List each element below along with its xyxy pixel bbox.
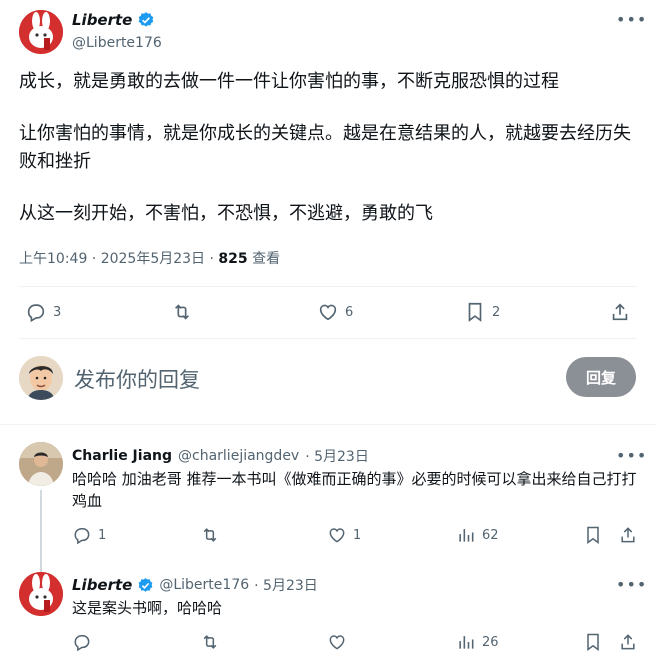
reply-action-button[interactable]: 3	[25, 301, 61, 323]
tweet-paragraph-2: 让你害怕的事情，就是你成长的关键点。越是在意结果的人，就越要去经历失败和挫折	[19, 123, 631, 172]
heart-icon	[319, 304, 337, 321]
share-action-button[interactable]	[609, 301, 631, 323]
more-options-icon[interactable]: •••	[616, 10, 647, 29]
reply-submit-button[interactable]: 回复	[566, 357, 636, 397]
tweet-timestamp[interactable]: 上午10:49 · 2025年5月23日	[19, 251, 205, 267]
repost-action-button[interactable]	[170, 301, 194, 323]
cartoon-man-avatar-icon	[19, 356, 63, 400]
reply-author-name[interactable]: Charlie Jiang	[72, 448, 172, 464]
reply-date[interactable]: · 5月23日	[305, 446, 369, 466]
divider	[0, 424, 656, 425]
reply-count: 3	[53, 304, 62, 320]
more-options-icon[interactable]: •••	[616, 446, 647, 465]
views-count: 825	[218, 251, 248, 267]
bookmark-icon	[468, 302, 482, 322]
repost-icon	[174, 304, 190, 320]
share-icon	[621, 634, 635, 650]
reply-author-avatar[interactable]	[19, 572, 63, 616]
reply-text: 哈哈哈 加油老哥 推荐一本书叫《做难而正确的事》必要的时候可以拿出来给自己打打鸡…	[72, 470, 637, 510]
photo-avatar-icon	[19, 442, 63, 486]
bunny-avatar-icon	[19, 10, 63, 54]
reply-text: 这是案头书啊，哈哈哈	[72, 599, 223, 617]
like-action-button[interactable]: 1	[327, 525, 361, 545]
heart-icon	[329, 635, 345, 650]
repost-icon	[203, 528, 217, 542]
views-count: 62	[482, 527, 499, 543]
reply-date[interactable]: · 5月23日	[254, 575, 318, 595]
reply-action-button[interactable]	[72, 632, 92, 652]
views-label: 查看	[247, 251, 281, 267]
bookmark-count: 2	[492, 304, 501, 320]
author-name[interactable]: Liberte	[72, 11, 132, 29]
share-action-button[interactable]	[618, 525, 638, 545]
reply-icon	[27, 304, 45, 323]
reply-author-name[interactable]: Liberte	[72, 576, 132, 594]
author-handle[interactable]: @Liberte176	[72, 35, 162, 51]
meta-separator: ·	[205, 251, 219, 267]
reply-author-handle[interactable]: @charliejiangdev	[178, 448, 299, 464]
share-action-button[interactable]	[618, 632, 638, 652]
author-avatar[interactable]	[19, 10, 63, 54]
like-count: 1	[353, 527, 362, 543]
reply-author-handle[interactable]: @Liberte176	[159, 577, 249, 593]
views-chart-icon	[459, 529, 474, 542]
repost-icon	[203, 635, 217, 649]
repost-action-button[interactable]	[199, 632, 221, 652]
views-action-button[interactable]: 26	[456, 632, 499, 652]
reply-icon	[74, 528, 90, 545]
reply-icon	[74, 635, 90, 652]
views-action-button[interactable]: 62	[456, 525, 499, 545]
reply-compose-input[interactable]: 发布你的回复	[74, 364, 200, 394]
like-action-button[interactable]	[327, 632, 347, 652]
more-options-icon[interactable]: •••	[616, 575, 647, 594]
bunny-avatar-icon	[19, 572, 63, 616]
views-chart-icon	[459, 636, 474, 649]
bookmark-icon	[587, 526, 599, 544]
share-icon	[621, 527, 635, 543]
share-icon	[612, 303, 628, 321]
bookmark-action-button[interactable]	[583, 525, 603, 545]
like-action-button[interactable]: 6	[317, 301, 353, 323]
tweet-paragraph-3: 从这一刻开始，不害怕，不恐惧，不逃避，勇敢的飞	[19, 203, 433, 224]
thread-line	[40, 490, 42, 572]
tweet-paragraph-1: 成长，就是勇敢的去做一件一件让你害怕的事，不断克服恐惧的过程	[19, 71, 559, 92]
repost-action-button[interactable]	[199, 525, 221, 545]
current-user-avatar[interactable]	[19, 356, 63, 400]
views-count: 26	[482, 634, 499, 650]
heart-icon	[329, 528, 345, 543]
bookmark-icon	[587, 633, 599, 651]
divider	[19, 286, 637, 287]
verified-badge-icon	[138, 577, 153, 592]
verified-badge-icon	[139, 12, 154, 27]
like-count: 6	[345, 304, 354, 320]
reply-author-avatar[interactable]	[19, 442, 63, 486]
bookmark-action-button[interactable]	[583, 632, 603, 652]
reply-action-button[interactable]: 1	[72, 525, 106, 545]
tweet-meta: 上午10:49 · 2025年5月23日 · 825 查看	[19, 248, 280, 268]
bookmark-action-button[interactable]: 2	[464, 301, 500, 323]
divider	[19, 338, 637, 339]
reply-count: 1	[98, 527, 107, 543]
